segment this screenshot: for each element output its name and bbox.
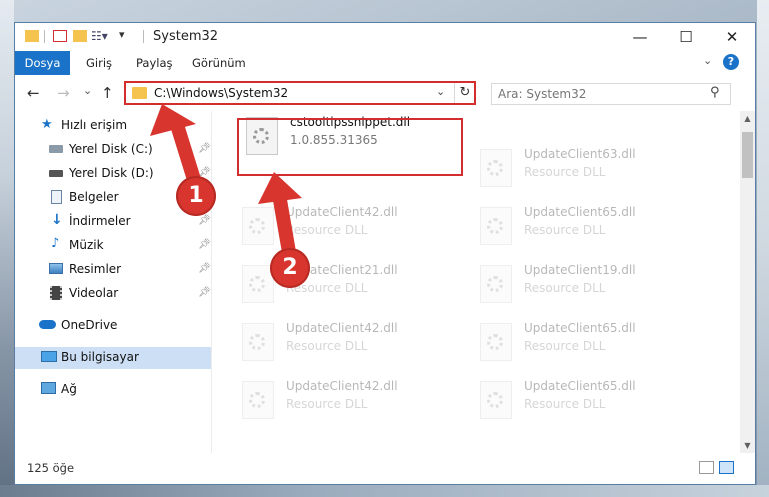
arrow-2-head — [258, 172, 302, 204]
step-2-badge: 2 — [270, 248, 310, 288]
step-1-badge: 1 — [176, 176, 216, 216]
annotation-arrows — [150, 104, 302, 265]
